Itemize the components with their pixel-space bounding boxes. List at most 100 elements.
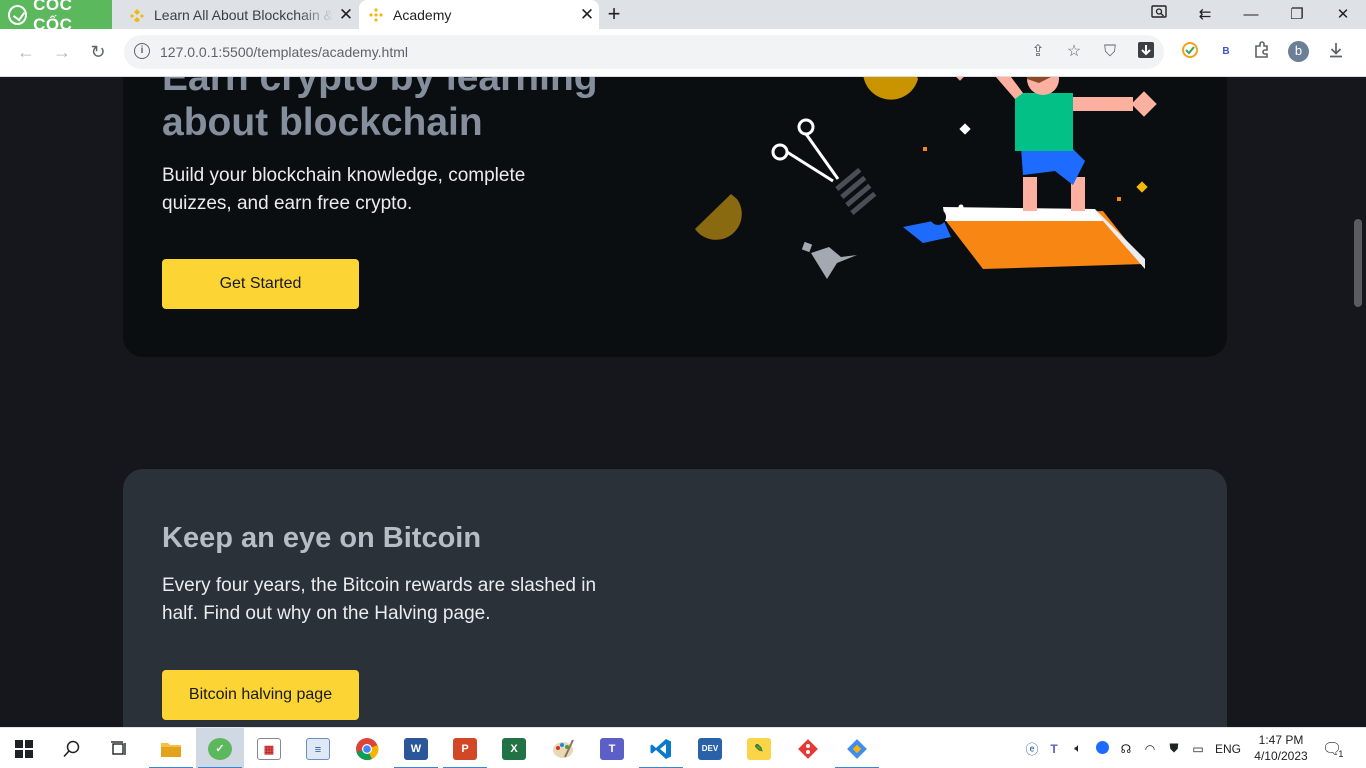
coccoc-logo-icon	[8, 4, 28, 25]
meet-tray-icon[interactable]	[1090, 740, 1114, 757]
hero-title: Earn crypto by learning about blockchain	[162, 77, 662, 145]
vscode-button[interactable]	[637, 728, 685, 768]
close-tab-icon[interactable]: ✕	[575, 5, 599, 25]
hero-title-line1: Earn crypto by learning	[162, 77, 598, 99]
teams-icon: T	[600, 737, 624, 760]
battery-icon[interactable]: ▭	[1186, 742, 1210, 756]
new-tab-button[interactable]: +	[603, 2, 625, 26]
folder-icon	[161, 742, 181, 757]
extension-b-icon[interactable]: B	[1215, 41, 1237, 63]
downloads-icon[interactable]	[1325, 41, 1347, 63]
search-icon	[63, 740, 80, 757]
back-forward-cache-button[interactable]: ⇇	[1182, 0, 1228, 29]
start-button[interactable]	[0, 728, 48, 768]
search-button[interactable]	[48, 728, 96, 768]
tab-strip: CỐC CỐC Learn All About Blockchain & Cry…	[0, 0, 1366, 34]
close-window-button[interactable]: ✕	[1320, 0, 1366, 29]
tab-learn-blockchain[interactable]: Learn All About Blockchain & Crypto ✕	[120, 0, 358, 29]
bitcoin-halving-card: Keep an eye on Bitcoin Every four years,…	[123, 469, 1227, 727]
bitcoin-halving-button[interactable]: Bitcoin halving page	[162, 670, 359, 720]
page-viewport: Earn crypto by learning about blockchain…	[0, 77, 1350, 727]
file-explorer-button[interactable]	[147, 728, 195, 768]
notepad-button[interactable]: ≡	[294, 728, 342, 768]
clock-date: 4/10/2023	[1254, 749, 1308, 763]
windows-taskbar: ✓ ▦ ≡ W P X T DEV ✎ ⓔ T 🔈︎ ☊ ◠ ⛊ ▭ ENG 1…	[0, 727, 1366, 768]
scrollbar-thumb[interactable]	[1354, 219, 1362, 307]
word-icon: W	[404, 737, 428, 760]
edge-tray-icon[interactable]: ⓔ	[1022, 739, 1042, 758]
hero-section: Earn crypto by learning about blockchain…	[123, 77, 1227, 357]
extension-checker-icon[interactable]	[1179, 41, 1201, 63]
site-info-icon[interactable]: i	[134, 43, 150, 59]
powerpoint-button[interactable]: P	[441, 728, 489, 768]
reload-button[interactable]: ↻	[85, 39, 111, 65]
task-view-icon	[111, 740, 126, 755]
browser-toolbar: ← → ↻ i 127.0.0.1:5500/templates/academy…	[0, 29, 1366, 77]
bookmark-star-icon[interactable]: ☆	[1064, 42, 1084, 62]
coccoc-menu-button[interactable]: CỐC CỐC	[0, 0, 112, 34]
calendar-app-button[interactable]: ▦	[245, 728, 293, 768]
restore-button[interactable]: ❐	[1274, 0, 1320, 29]
hero-title-line2: about blockchain	[162, 101, 483, 144]
bitcoin-card-title: Keep an eye on Bitcoin	[162, 522, 482, 554]
vscode-icon	[650, 738, 671, 759]
hero-illustration	[695, 77, 1157, 279]
coccoc-taskbar-button[interactable]: ✓	[196, 728, 244, 768]
back-button[interactable]: ←	[13, 39, 39, 65]
tab-title: Learn All About Blockchain & Crypto	[154, 6, 334, 23]
bluetooth-tray-icon[interactable]: ☊	[1114, 742, 1138, 756]
devc-icon: DEV	[698, 737, 722, 760]
paint-palette-icon	[553, 739, 574, 758]
teams-button[interactable]: T	[588, 728, 636, 768]
url-text[interactable]: 127.0.0.1:5500/templates/academy.html	[160, 44, 408, 60]
minimize-button[interactable]: —	[1228, 0, 1274, 29]
sticky-notes-icon: ✎	[747, 737, 771, 760]
word-button[interactable]: W	[392, 728, 440, 768]
shield-icon[interactable]: ⛉	[1100, 42, 1120, 62]
git-client-button[interactable]	[833, 728, 881, 768]
chrome-button[interactable]	[343, 728, 391, 768]
volume-icon[interactable]: 🔈︎	[1066, 741, 1090, 756]
chrome-icon	[356, 737, 379, 760]
notification-count: 1	[1338, 748, 1344, 759]
close-tab-icon[interactable]: ✕	[334, 5, 358, 25]
tab-search-icon	[1151, 5, 1167, 18]
windows-logo-icon	[15, 739, 33, 758]
page-scrollbar[interactable]	[1350, 77, 1366, 727]
share-icon[interactable]: ⇪	[1028, 42, 1048, 62]
excel-button[interactable]: X	[490, 728, 538, 768]
git-client-icon	[847, 738, 867, 759]
extensions-puzzle-icon[interactable]	[1251, 41, 1273, 63]
calendar-icon: ▦	[257, 737, 281, 760]
excel-icon: X	[502, 737, 526, 760]
get-started-button[interactable]: Get Started	[162, 259, 359, 309]
devc-button[interactable]: DEV	[686, 728, 734, 768]
task-view-button[interactable]	[96, 728, 144, 768]
coccoc-icon: ✓	[208, 737, 232, 760]
tab-title: Academy	[393, 6, 452, 23]
paint-button[interactable]	[539, 728, 587, 768]
git-button[interactable]	[784, 728, 832, 768]
system-tray: ⓔ T 🔈︎ ☊ ◠ ⛊ ▭ ENG	[1022, 728, 1246, 768]
notepad-icon: ≡	[306, 737, 330, 760]
language-indicator[interactable]: ENG	[1210, 742, 1246, 756]
system-clock[interactable]: 1:47 PM 4/10/2023	[1250, 732, 1312, 764]
download-video-icon[interactable]	[1136, 42, 1156, 62]
tab-search-button[interactable]	[1136, 0, 1182, 29]
forward-button[interactable]: →	[49, 39, 75, 65]
binance-favicon-icon	[130, 8, 144, 22]
clock-time: 1:47 PM	[1258, 733, 1304, 747]
sticky-app-button[interactable]: ✎	[735, 728, 783, 768]
tab-academy[interactable]: Academy ✕	[359, 0, 599, 29]
teams-tray-icon[interactable]: T	[1042, 742, 1066, 756]
notification-center-button[interactable]: 🗨︎ 1	[1322, 728, 1352, 768]
bitcoin-card-description: Every four years, the Bitcoin rewards ar…	[162, 575, 597, 624]
security-tray-icon[interactable]: ⛊	[1162, 741, 1186, 756]
wifi-icon[interactable]: ◠	[1138, 742, 1162, 756]
hero-description: Build your blockchain knowledge, complet…	[162, 165, 526, 214]
powerpoint-icon: P	[453, 737, 477, 760]
address-bar[interactable]: i 127.0.0.1:5500/templates/academy.html …	[124, 35, 1164, 69]
profile-avatar[interactable]: b	[1288, 41, 1309, 62]
binance-favicon-icon	[369, 7, 383, 22]
git-icon	[798, 738, 818, 759]
